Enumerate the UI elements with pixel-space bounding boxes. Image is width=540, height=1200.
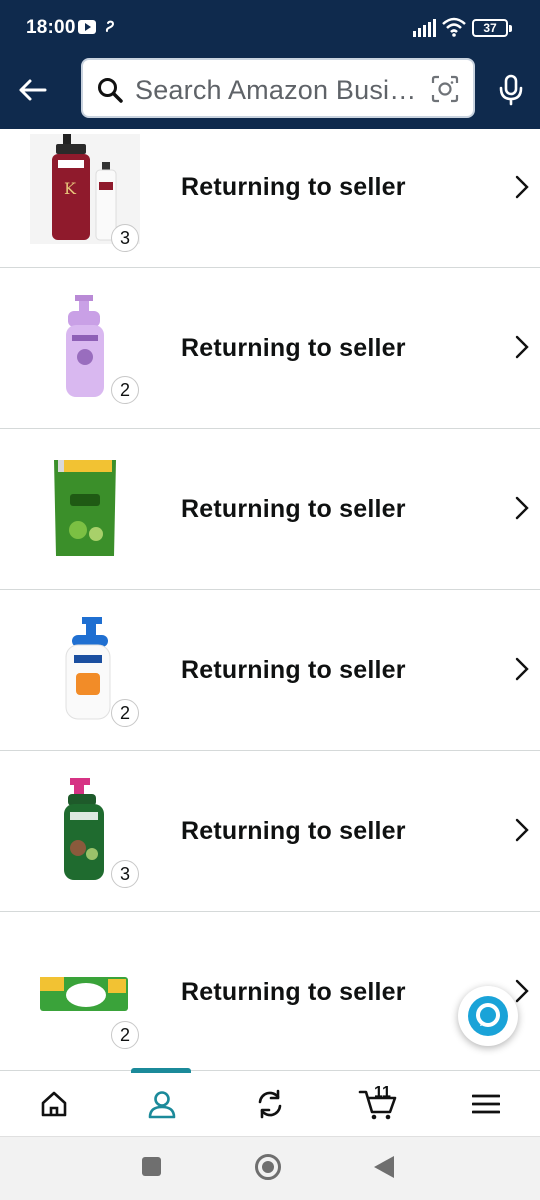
status-bar: 18:00 37	[0, 0, 540, 58]
home-button[interactable]	[255, 1154, 281, 1180]
item-status: Returning to seller	[181, 334, 406, 362]
system-nav-bar	[0, 1136, 540, 1200]
signal-icon	[413, 19, 436, 37]
recents-button[interactable]	[142, 1157, 161, 1176]
nav-home[interactable]	[0, 1071, 108, 1137]
chevron-right-icon	[515, 175, 529, 199]
list-item[interactable]: 2 Returning to seller	[0, 912, 540, 1070]
chevron-right-icon	[515, 496, 529, 520]
quantity-badge: 3	[111, 224, 139, 252]
quantity-badge: 2	[111, 1021, 139, 1049]
home-icon	[41, 1091, 67, 1117]
menu-icon	[472, 1094, 500, 1114]
quantity-badge: 2	[111, 699, 139, 727]
app-header: 18:00 37 Search Amazon Busi…	[0, 0, 540, 129]
item-status: Returning to seller	[181, 173, 406, 201]
youtube-icon	[78, 20, 96, 34]
returns-list: K 3 Returning to seller 2 Returning to s…	[0, 129, 540, 1070]
item-status: Returning to seller	[181, 978, 406, 1006]
chevron-right-icon	[515, 818, 529, 842]
list-item[interactable]: Returning to seller	[0, 429, 540, 590]
mic-icon	[499, 74, 523, 106]
status-time: 18:00	[26, 17, 76, 38]
svg-text:K: K	[64, 179, 77, 198]
list-item[interactable]: 2 Returning to seller	[0, 590, 540, 751]
search-input[interactable]: Search Amazon Busi…	[135, 75, 425, 106]
camera-icon[interactable]	[431, 75, 459, 103]
chevron-right-icon	[515, 657, 529, 681]
alexa-icon	[468, 996, 508, 1036]
nav-menu[interactable]	[432, 1071, 540, 1137]
back-arrow-icon	[19, 79, 47, 101]
alexa-button[interactable]	[458, 986, 518, 1046]
system-back-button[interactable]	[374, 1156, 394, 1178]
nav-cart[interactable]	[324, 1071, 432, 1137]
quantity-badge: 3	[111, 860, 139, 888]
account-icon	[148, 1091, 176, 1119]
product-image	[54, 460, 116, 556]
list-item[interactable]: 2 Returning to seller	[0, 268, 540, 429]
back-button[interactable]	[12, 70, 52, 110]
bottom-nav: 11	[0, 1068, 540, 1137]
chevron-right-icon	[515, 979, 529, 1003]
item-status: Returning to seller	[181, 817, 406, 845]
wifi-icon	[442, 17, 466, 37]
battery-icon: 37	[472, 19, 512, 37]
cart-count-badge: 11	[374, 1084, 391, 1101]
item-status: Returning to seller	[181, 495, 406, 523]
nav-returns[interactable]	[216, 1071, 324, 1137]
quantity-badge: 2	[111, 376, 139, 404]
item-status: Returning to seller	[181, 656, 406, 684]
nav-account[interactable]	[108, 1071, 216, 1137]
returns-icon	[258, 1089, 282, 1119]
list-item[interactable]: K 3 Returning to seller	[0, 129, 540, 268]
search-icon	[98, 78, 123, 103]
chevron-right-icon	[515, 335, 529, 359]
list-item[interactable]: 3 Returning to seller	[0, 751, 540, 912]
voice-search-button[interactable]	[492, 70, 530, 110]
swirl-icon	[105, 20, 115, 32]
search-bar[interactable]: Search Amazon Busi…	[81, 58, 475, 118]
